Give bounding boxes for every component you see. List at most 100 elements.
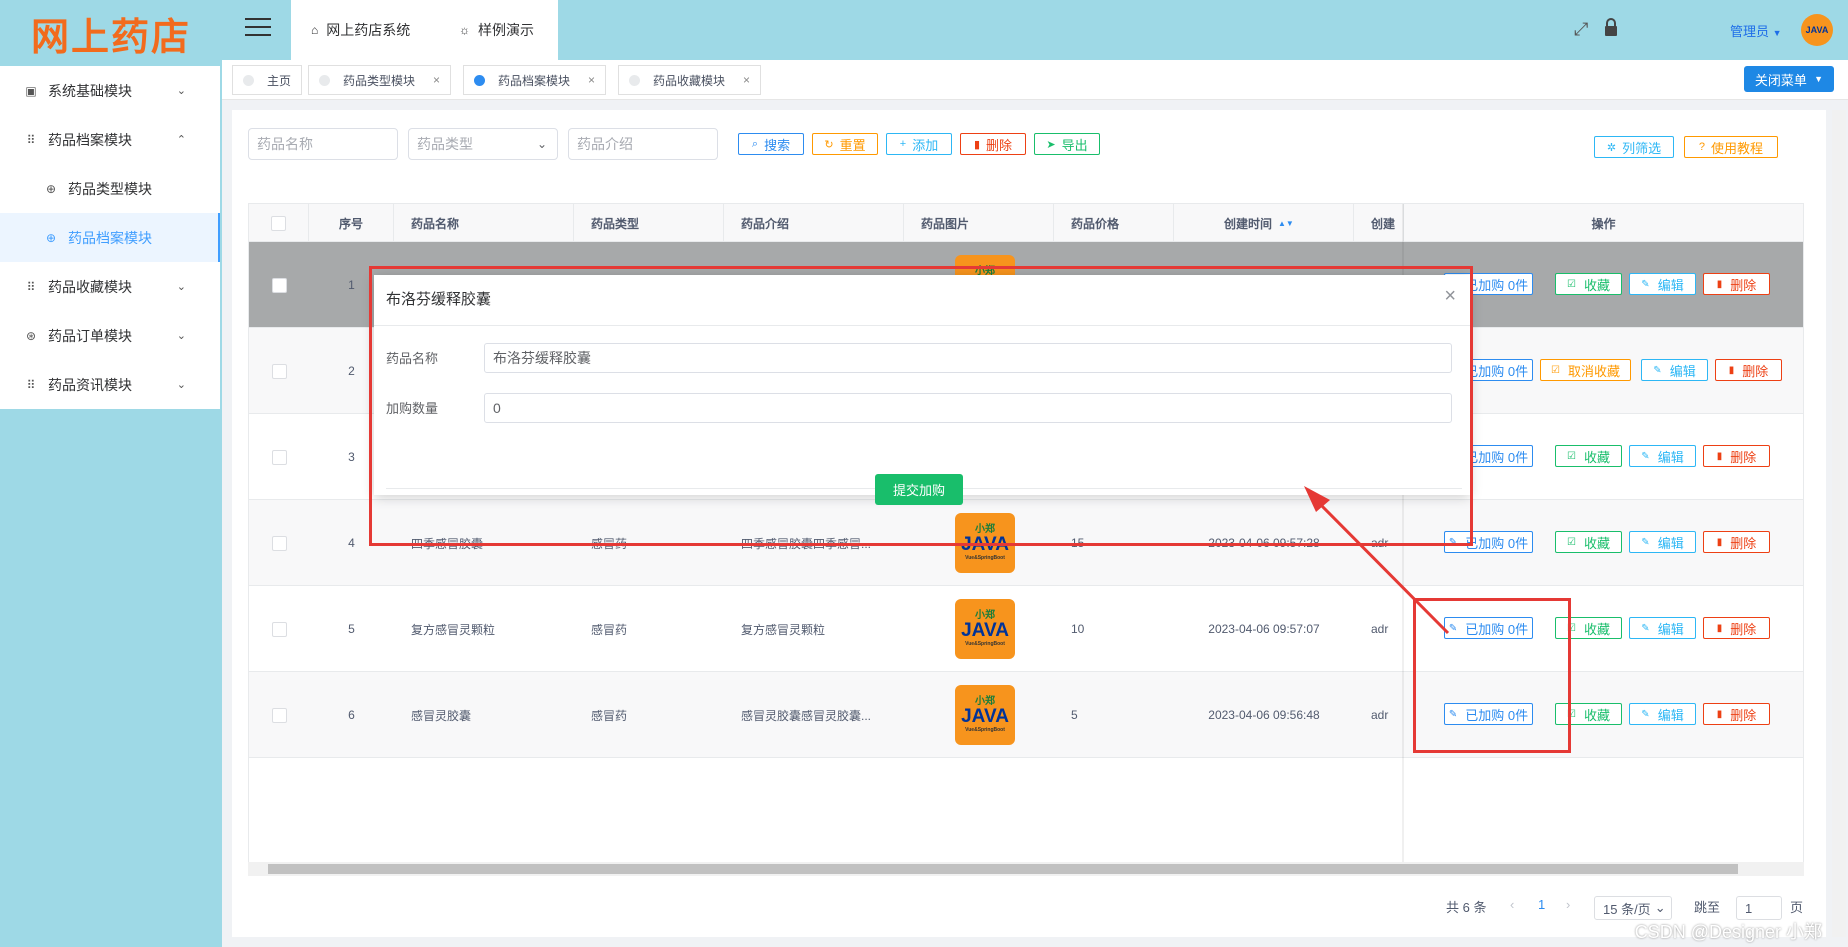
caret-down-icon: ▼ <box>1814 74 1824 84</box>
cell-name: 感冒灵胶囊 <box>411 708 472 723</box>
add-button[interactable]: + 添加 <box>886 133 952 155</box>
row-checkbox[interactable] <box>272 536 287 551</box>
sidebar-item-news[interactable]: ⠿ 药品资讯模块 ⌄ <box>0 360 220 409</box>
user-menu[interactable]: 管理员 ▼ <box>1730 21 1782 40</box>
delete-row-button[interactable]: ▮ 删除 <box>1703 531 1770 553</box>
check-icon: ☑ <box>1551 364 1560 376</box>
chevron-down-icon: ⌄ <box>176 330 186 342</box>
page-number[interactable]: 1 <box>1538 897 1545 912</box>
tag-drug-archive[interactable]: 药品档案模块 × <box>463 65 607 95</box>
tag-home[interactable]: 主页 <box>232 65 303 95</box>
tag-drug-type[interactable]: 药品类型模块 × <box>308 65 452 95</box>
export-button[interactable]: ➤ 导出 <box>1034 133 1100 155</box>
nav-home[interactable]: ⌂ 网上药店系统 <box>311 0 410 60</box>
grid-icon: ⠿ <box>26 132 36 147</box>
sidebar-item-drug-type[interactable]: ⊕ 药品类型模块 <box>0 164 220 213</box>
refresh-icon: ↻ <box>824 138 834 151</box>
favorite-button[interactable]: ☑ 收藏 <box>1555 531 1622 553</box>
close-menu-button[interactable]: 关闭菜单 ▼ <box>1744 66 1834 92</box>
header-name: 药品名称 <box>394 204 574 242</box>
column-filter-button[interactable]: ✲ 列筛选 <box>1594 136 1674 158</box>
delete-row-button[interactable]: ▮ 删除 <box>1703 617 1770 639</box>
delete-row-button[interactable]: ▮ 删除 <box>1703 703 1770 725</box>
unfavorite-button[interactable]: ☑ 取消收藏 <box>1540 359 1631 381</box>
thumb-bot: Vue&SpringBoot <box>965 641 1005 647</box>
chevron-down-icon: ⌄ <box>176 379 186 391</box>
cell-time: 2023-04-06 09:56:48 <box>1208 708 1320 722</box>
header-price: 药品价格 <box>1054 204 1174 242</box>
cell-type: 感冒药 <box>591 622 628 637</box>
lock-icon[interactable] <box>1604 17 1618 37</box>
sidebar-menu: ▣ 系统基础模块 ⌄ ⠿ 药品档案模块 ⌃ ⊕ 药品类型模块 ⊕ 药品档案模块 ⠿ 药品收藏模… <box>0 66 220 409</box>
cell-price: 10 <box>1071 622 1085 636</box>
search-icon: ⌕ <box>751 137 759 150</box>
scroll-thumb[interactable] <box>268 864 1738 874</box>
edit-button[interactable]: ✎ 编辑 <box>1641 359 1708 381</box>
tutorial-button[interactable]: ? 使用教程 <box>1684 136 1778 158</box>
vertical-scrollbar[interactable] <box>1832 110 1846 937</box>
thumb-mid: JAVA <box>961 620 1009 641</box>
delete-row-button[interactable]: ▮ 删除 <box>1715 359 1782 381</box>
reset-button[interactable]: ↻ 重置 <box>812 133 878 155</box>
avatar[interactable]: JAVA <box>1801 14 1833 46</box>
tag-favorites[interactable]: 药品收藏模块 × <box>618 65 762 95</box>
row-checkbox[interactable] <box>272 450 287 465</box>
search-intro-input[interactable]: 药品介绍 <box>568 128 718 160</box>
nav-demo[interactable]: ☼ 样例演示 <box>459 0 534 60</box>
check-icon: ☑ <box>1567 278 1576 290</box>
trash-icon: ▮ <box>1728 364 1735 376</box>
sidebar-item-system[interactable]: ▣ 系统基础模块 ⌄ <box>0 66 220 115</box>
send-icon: ➤ <box>1046 138 1056 151</box>
chevron-down-icon: ⌄ <box>176 281 186 293</box>
jump-input[interactable]: 1 <box>1736 896 1782 920</box>
caret-down-icon: ▼ <box>1772 28 1782 38</box>
chevron-down-icon: ⌄ <box>536 137 547 151</box>
row-checkbox[interactable] <box>272 278 287 293</box>
sidebar-item-drug-archive[interactable]: ⠿ 药品档案模块 ⌃ <box>0 115 220 164</box>
jump-label: 跳至 <box>1694 900 1721 915</box>
edit-button[interactable]: ✎ 编辑 <box>1629 445 1696 467</box>
annotation-arrow <box>1304 486 1450 635</box>
delete-button[interactable]: ▮ 删除 <box>960 133 1026 155</box>
sidebar-item-drug-archive-sub[interactable]: ⊕ 药品档案模块 <box>0 213 220 262</box>
gear-icon: ✲ <box>1606 141 1617 154</box>
edit-button[interactable]: ✎ 编辑 <box>1629 617 1696 639</box>
next-page-icon[interactable]: › <box>1566 897 1570 912</box>
row-checkbox[interactable] <box>272 364 287 379</box>
row-checkbox[interactable] <box>272 708 287 723</box>
select-all-checkbox[interactable] <box>271 215 286 231</box>
close-icon[interactable]: × <box>433 73 440 87</box>
circle-icon: ⊛ <box>25 328 37 343</box>
delete-row-button[interactable]: ▮ 删除 <box>1703 445 1770 467</box>
trash-icon: ▮ <box>1716 450 1723 462</box>
chevron-down-icon: ⌄ <box>1654 900 1666 915</box>
row-checkbox[interactable] <box>272 622 287 637</box>
edit-button[interactable]: ✎ 编辑 <box>1629 531 1696 553</box>
close-icon[interactable]: × <box>743 73 750 87</box>
page-size-select[interactable]: 15 条/页 ⌄ <box>1594 896 1672 920</box>
total-count: 共 6 条 <box>1446 900 1487 915</box>
trash-icon: ▮ <box>1716 708 1723 720</box>
header-time[interactable]: 创建时间 ▲▼ <box>1174 204 1354 242</box>
prev-page-icon[interactable]: ‹ <box>1510 897 1514 912</box>
delete-row-button[interactable]: ▮ 删除 <box>1703 273 1770 295</box>
trash-icon: ▮ <box>1716 536 1723 548</box>
close-icon[interactable]: × <box>588 73 595 87</box>
help-icon: ? <box>1698 141 1706 153</box>
search-type-select[interactable]: 药品类型 ⌄ <box>408 128 558 160</box>
chart-icon: ▣ <box>25 83 37 98</box>
favorite-button[interactable]: ☑ 收藏 <box>1555 445 1622 467</box>
search-button[interactable]: ⌕ 搜索 <box>738 133 804 155</box>
favorite-button[interactable]: ☑ 收藏 <box>1555 273 1622 295</box>
grid-icon: ⠿ <box>26 377 36 392</box>
fullscreen-icon[interactable]: ⤢ <box>1574 19 1588 40</box>
edit-button[interactable]: ✎ 编辑 <box>1629 703 1696 725</box>
search-name-input[interactable]: 药品名称 <box>248 128 398 160</box>
sort-icon: ▲▼ <box>1278 218 1294 228</box>
edit-button[interactable]: ✎ 编辑 <box>1629 273 1696 295</box>
dot-icon <box>629 74 640 86</box>
hamburger-icon[interactable] <box>245 18 271 40</box>
sidebar-item-orders[interactable]: ⊛ 药品订单模块 ⌄ <box>0 311 220 360</box>
sidebar-item-favorites[interactable]: ⠿ 药品收藏模块 ⌄ <box>0 262 220 311</box>
thumb-bot: Vue&SpringBoot <box>965 555 1005 561</box>
